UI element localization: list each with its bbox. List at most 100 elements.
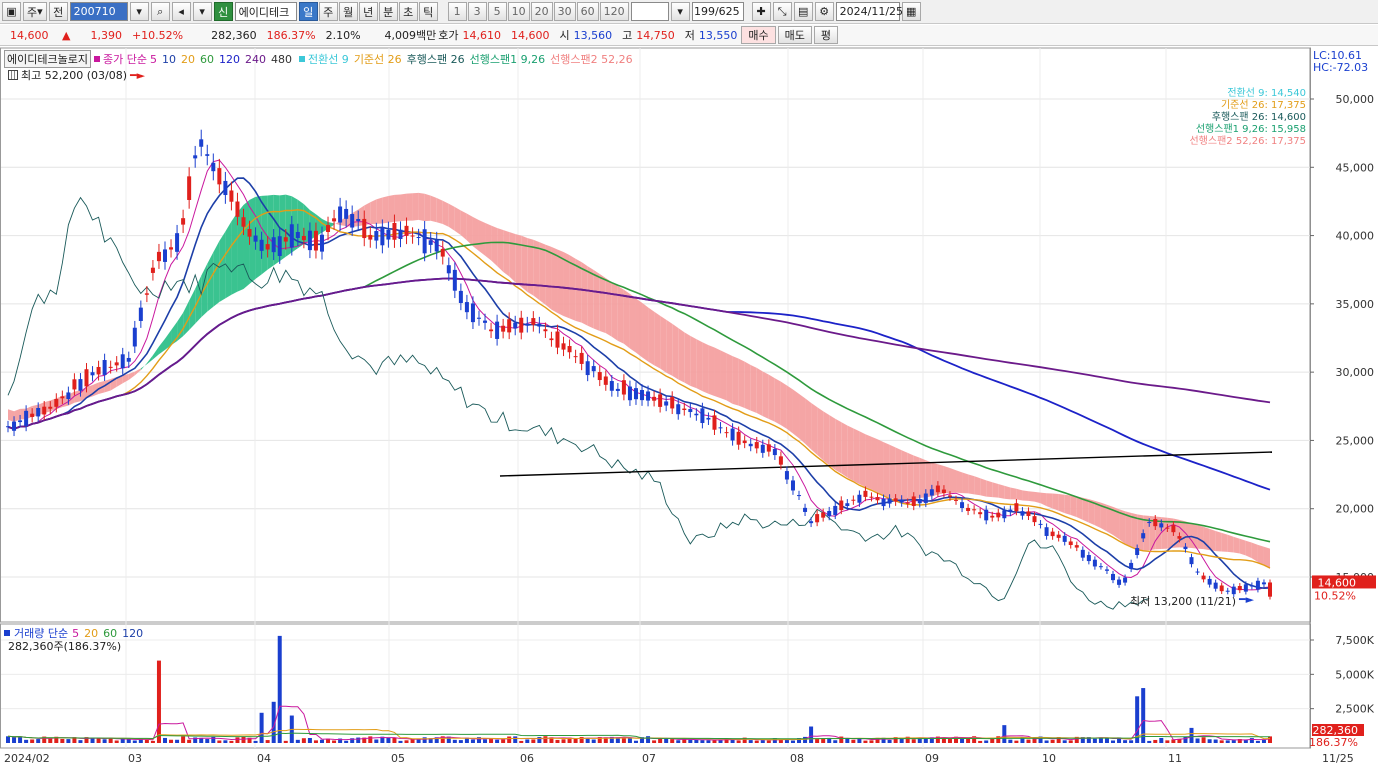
candle-body bbox=[1207, 578, 1212, 585]
ichimoku-value: 선행스팬2 52,26: 17,375 bbox=[1189, 136, 1306, 147]
volume-bar bbox=[283, 740, 288, 743]
ma-line-10 bbox=[7, 177, 1271, 590]
candle-body bbox=[150, 267, 155, 273]
volume-bar bbox=[1268, 736, 1272, 743]
price-legend: 에이디테크놀로지 종가 단순 5 10 20 60 120 240 480 전환선 9 기준선… bbox=[4, 50, 633, 68]
ichimoku-cloud-segment bbox=[629, 293, 636, 353]
candle-body bbox=[640, 389, 645, 401]
ichimoku-cloud-segment bbox=[1028, 491, 1035, 502]
volume-bar bbox=[187, 739, 192, 743]
ichimoku-cloud-segment bbox=[146, 355, 153, 365]
volume-bar bbox=[996, 736, 1001, 743]
volume-bar bbox=[646, 736, 651, 743]
ma-period-label: 480 bbox=[270, 52, 292, 66]
ichimoku-cloud-segment bbox=[943, 466, 950, 494]
volume-bar bbox=[821, 738, 826, 743]
ichimoku-cloud-segment bbox=[720, 350, 727, 401]
ichimoku-cloud-segment bbox=[1076, 496, 1083, 520]
candle-body bbox=[712, 415, 717, 430]
volume-bar bbox=[766, 740, 771, 743]
candle-body bbox=[271, 237, 276, 253]
candle-body bbox=[609, 381, 614, 391]
candle-body bbox=[579, 352, 584, 364]
volume-bar bbox=[712, 740, 717, 743]
candle-body bbox=[458, 290, 463, 303]
volume-bar bbox=[1002, 725, 1007, 743]
ichimoku-cloud-segment bbox=[213, 240, 220, 307]
volume-bar bbox=[652, 740, 657, 743]
candle-body bbox=[706, 417, 711, 420]
candle-body bbox=[978, 512, 983, 515]
volume-bar bbox=[851, 739, 856, 743]
candle-body bbox=[766, 444, 771, 452]
high-marker-label: 최고 52,200 (03/08) bbox=[21, 69, 128, 82]
candle-body bbox=[851, 499, 856, 501]
candle-body bbox=[676, 404, 681, 415]
candle-body bbox=[199, 139, 204, 147]
candle-body bbox=[1201, 575, 1206, 580]
ichimoku-cloud-segment bbox=[388, 194, 395, 223]
candle-body bbox=[784, 471, 789, 480]
candle-body bbox=[790, 480, 795, 491]
candle-body bbox=[1237, 586, 1242, 591]
volume-bar bbox=[452, 739, 457, 743]
candle-body bbox=[827, 510, 832, 517]
volume-bar bbox=[507, 736, 512, 743]
candle-body bbox=[1195, 571, 1200, 573]
ichimoku-cloud-segment bbox=[684, 332, 691, 386]
ichimoku-cloud-segment bbox=[515, 234, 522, 287]
ichimoku-cloud-segment bbox=[1221, 532, 1228, 552]
volume-bar bbox=[319, 739, 324, 743]
candle-body bbox=[1135, 548, 1140, 556]
candle-body bbox=[1008, 509, 1013, 512]
candle-body bbox=[1062, 535, 1067, 542]
volume-bar bbox=[392, 737, 397, 743]
candle-body bbox=[627, 386, 632, 401]
ma-square-icon bbox=[93, 56, 100, 62]
volume-bar bbox=[1249, 738, 1254, 743]
candle-body bbox=[911, 496, 916, 507]
candle-body bbox=[815, 514, 820, 523]
stock-chart[interactable]: 50,000 45,000 40,000 35,000 30,000 25,000 20,0… bbox=[0, 0, 1378, 768]
candle-body bbox=[344, 208, 349, 219]
volume-y-tick-label: 7,500K bbox=[1335, 634, 1374, 647]
ichimoku-cloud-segment bbox=[768, 374, 775, 422]
candle-body bbox=[615, 388, 620, 391]
candle-body bbox=[30, 413, 35, 417]
volume-bar bbox=[1201, 737, 1206, 743]
candle-body bbox=[555, 331, 560, 348]
volume-bar bbox=[627, 738, 632, 743]
ichimoku-cloud-segment bbox=[1010, 487, 1017, 500]
ichimoku-cloud-segment bbox=[901, 450, 908, 501]
candle-body bbox=[1249, 585, 1254, 587]
x-tick-label: 09 bbox=[925, 752, 939, 765]
volume-bar bbox=[1189, 727, 1194, 743]
candle-body bbox=[893, 498, 898, 502]
candle-body bbox=[495, 321, 500, 339]
ichimoku-cloud-segment bbox=[466, 213, 473, 247]
volume-bar bbox=[537, 736, 542, 743]
ichimoku-cloud-segment bbox=[267, 194, 274, 270]
x-tick-label: 2024/02 bbox=[4, 752, 50, 765]
volume-ma-label: 120 bbox=[122, 626, 144, 640]
candle-body bbox=[688, 409, 693, 413]
x-tick-label: 07 bbox=[642, 752, 656, 765]
candle-body bbox=[724, 432, 729, 434]
arrow-right-icon: ━► bbox=[1239, 593, 1255, 606]
candle-body bbox=[18, 420, 23, 423]
volume-bar bbox=[1255, 740, 1260, 743]
candle-body bbox=[646, 391, 651, 401]
candle-body bbox=[670, 397, 675, 409]
ichimoku-cloud-segment bbox=[895, 447, 902, 500]
ichimoku-cloud-segment bbox=[509, 231, 516, 283]
ichimoku-cloud-segment bbox=[1239, 538, 1246, 556]
candle-body bbox=[416, 237, 421, 239]
candle-body bbox=[1092, 559, 1097, 567]
candle-body bbox=[760, 444, 765, 453]
volume-bar bbox=[144, 739, 149, 743]
candle-body bbox=[265, 244, 270, 250]
candle-body bbox=[332, 218, 337, 222]
x-tick-label: 08 bbox=[790, 752, 804, 765]
stock-name-tag: 에이디테크놀로지 bbox=[4, 50, 91, 68]
ichimoku-cloud-segment bbox=[744, 361, 751, 411]
